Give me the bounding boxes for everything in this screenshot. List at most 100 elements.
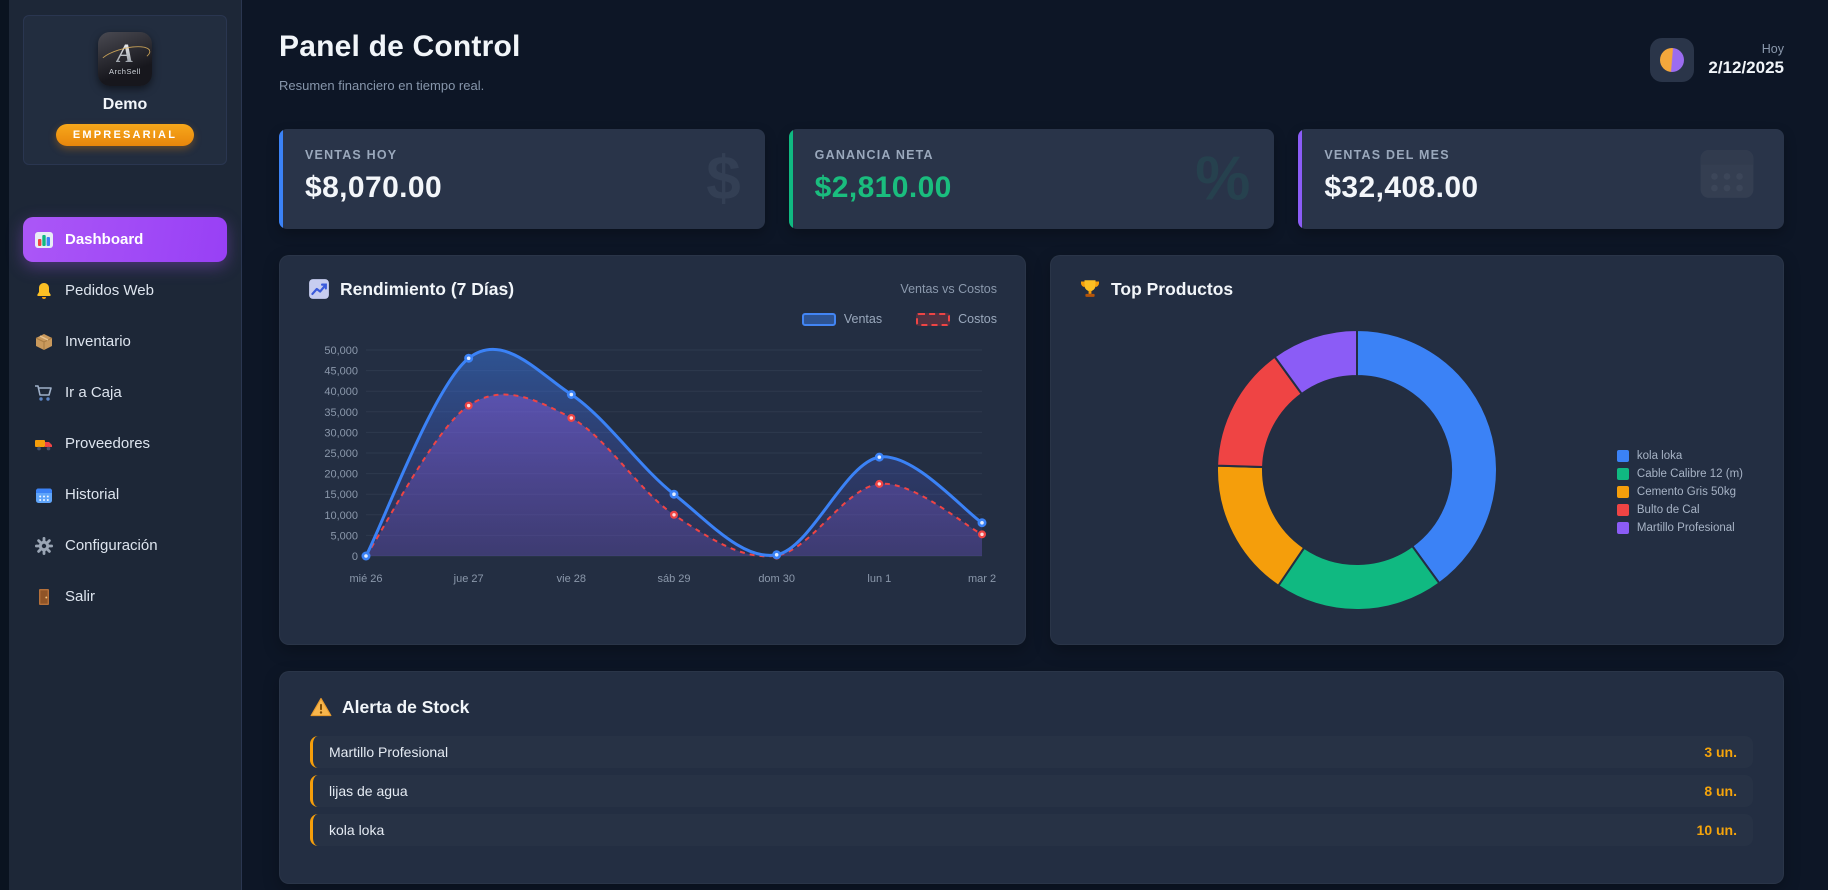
- performance-chart-title: Rendimiento (7 Días): [340, 278, 515, 299]
- stock-item-name: lijas de agua: [329, 783, 408, 799]
- top-products-header: Top Productos: [1079, 278, 1755, 300]
- sidebar-item-label: Salir: [65, 588, 96, 605]
- app-root: A ArchSell Demo EMPRESARIAL Dashboard Ped…: [0, 0, 1828, 890]
- sidebar-item-label: Configuración: [65, 537, 158, 554]
- donut-legend-item-martillo-profesional[interactable]: Martillo Profesional: [1616, 522, 1743, 534]
- stock-alert-row: kola loka 10 un.: [310, 814, 1753, 846]
- user-name: Demo: [102, 96, 148, 113]
- sidebar-nav: Dashboard Pedidos Web Inventario Ir a Caja P…: [9, 217, 241, 619]
- donut-legend-item-cemento-gris-50kg[interactable]: Cemento Gris 50kg: [1616, 486, 1743, 498]
- stat-label: VENTAS DEL MES: [1324, 148, 1450, 162]
- gear-icon: [34, 536, 54, 556]
- performance-chart-header: Rendimiento (7 Días) Ventas vs Costos: [308, 278, 997, 300]
- donut-legend-swatch: [1616, 522, 1629, 534]
- sidebar-item-dashboard[interactable]: Dashboard: [23, 217, 227, 262]
- main-content: Panel de Control Resumen financiero en t…: [242, 0, 1828, 890]
- theme-orb-icon: [1660, 48, 1685, 72]
- sidebar: A ArchSell Demo EMPRESARIAL Dashboard Ped…: [9, 0, 242, 890]
- chart-up-icon: [308, 278, 330, 300]
- stock-item-quantity: 10 un.: [1696, 822, 1737, 838]
- performance-chart-card: Rendimiento (7 Días) Ventas vs Costos Ve…: [279, 255, 1026, 645]
- svg-text:50,000: 50,000: [324, 345, 358, 357]
- stat-label: VENTAS HOY: [305, 148, 398, 162]
- date-label: Hoy: [1761, 42, 1784, 56]
- donut-legend-swatch: [1616, 486, 1629, 498]
- svg-text:lun 1: lun 1: [867, 573, 891, 585]
- donut-legend-swatch: [1616, 450, 1629, 462]
- svg-text:35,000: 35,000: [324, 407, 358, 419]
- stock-item-quantity: 3 un.: [1704, 744, 1737, 760]
- stock-alert-title: Alerta de Stock: [342, 696, 470, 717]
- top-products-card: Top Productos kola loka Cable Calibre 12 …: [1050, 255, 1784, 645]
- warning-icon: [310, 696, 332, 718]
- stat-card-ventas-hoy: VENTAS HOY $8,070.00 $: [279, 129, 765, 229]
- svg-text:30,000: 30,000: [324, 427, 358, 439]
- performance-chart-subtitle: Ventas vs Costos: [900, 282, 997, 296]
- bell-icon: [34, 281, 54, 301]
- sidebar-item-label: Proveedores: [65, 435, 151, 452]
- sidebar-item-label: Pedidos Web: [65, 282, 154, 299]
- svg-text:10,000: 10,000: [324, 510, 358, 522]
- line-chart-legend: Ventas Costos: [308, 312, 997, 326]
- donut-legend-label: kola loka: [1636, 450, 1683, 462]
- app-logo-icon: A ArchSell: [97, 32, 153, 86]
- stock-item-name: Martillo Profesional: [329, 744, 449, 760]
- donut-legend-swatch: [1616, 468, 1629, 480]
- page-header: Panel de Control Resumen financiero en t…: [279, 30, 521, 93]
- donut-legend-item-bulto-de-cal[interactable]: Bulto de Cal: [1616, 504, 1743, 516]
- sidebar-item-historial[interactable]: Historial: [23, 472, 227, 517]
- stat-card-ventas-del-mes: VENTAS DEL MES $32,408.00: [1298, 129, 1785, 229]
- donut-legend-swatch: [1616, 504, 1629, 516]
- svg-text:20,000: 20,000: [324, 469, 358, 481]
- door-icon: [34, 587, 54, 607]
- sidebar-item-proveedores[interactable]: Proveedores: [23, 421, 227, 466]
- stock-rows: Martillo Profesional 3 un. lijas de agua 8 …: [310, 736, 1753, 846]
- stat-value: $8,070.00: [305, 171, 443, 204]
- logo-wordmark: ArchSell: [109, 67, 141, 76]
- donut-legend-label: Cable Calibre 12 (m): [1636, 468, 1743, 480]
- page-subtitle: Resumen financiero en tiempo real.: [279, 78, 485, 93]
- stat-value: $32,408.00: [1324, 171, 1479, 204]
- trophy-icon: [1079, 278, 1101, 300]
- box-icon: [34, 332, 54, 352]
- sidebar-item-label: Inventario: [65, 333, 131, 350]
- stock-alert-header: Alerta de Stock: [310, 696, 1753, 718]
- sidebar-item-label: Historial: [65, 486, 120, 503]
- legend-item-ventas[interactable]: Ventas: [801, 312, 882, 326]
- legend-item-costos[interactable]: Costos: [916, 312, 997, 326]
- sidebar-item-configuraci-n[interactable]: Configuración: [23, 523, 227, 568]
- date-block: Hoy 2/12/2025: [1708, 42, 1784, 78]
- stat-accent-bar: [788, 129, 793, 229]
- donut-legend-label: Bulto de Cal: [1636, 504, 1700, 516]
- svg-text:dom 30: dom 30: [758, 573, 795, 585]
- stock-alert-row: lijas de agua 8 un.: [310, 775, 1753, 807]
- svg-text:40,000: 40,000: [324, 386, 358, 398]
- donut-chart-plot: [1216, 328, 1498, 611]
- sidebar-item-inventario[interactable]: Inventario: [23, 319, 227, 364]
- svg-text:mar 2: mar 2: [968, 573, 996, 585]
- stock-alert-row: Martillo Profesional 3 un.: [310, 736, 1753, 768]
- donut-legend-item-cable-calibre-12-m-[interactable]: Cable Calibre 12 (m): [1616, 468, 1743, 480]
- truck-icon: [34, 434, 54, 454]
- sidebar-item-pedidos-web[interactable]: Pedidos Web: [23, 268, 227, 313]
- sidebar-item-salir[interactable]: Salir: [23, 574, 227, 619]
- svg-text:sáb 29: sáb 29: [657, 573, 690, 585]
- svg-text:5,000: 5,000: [330, 530, 358, 542]
- donut-chart-area: kola loka Cable Calibre 12 (m) Cemento Gri…: [1079, 300, 1755, 611]
- sidebar-item-ir-a-caja[interactable]: Ir a Caja: [23, 370, 227, 415]
- theme-toggle-button[interactable]: [1650, 38, 1695, 82]
- cart-icon: [34, 383, 54, 403]
- sidebar-item-label: Ir a Caja: [65, 384, 122, 401]
- stock-item-quantity: 8 un.: [1704, 783, 1737, 799]
- plan-badge: EMPRESARIAL: [55, 124, 195, 146]
- window-edge: [0, 0, 9, 890]
- svg-text:15,000: 15,000: [324, 489, 358, 501]
- topbar-right: Hoy 2/12/2025: [1650, 38, 1784, 82]
- line-chart-plot: 0 5,000 10,000 15,000 20,000 25,000 30,000 35,0…: [324, 345, 996, 585]
- svg-text:0: 0: [352, 551, 358, 563]
- svg-text:25,000: 25,000: [324, 448, 358, 460]
- stat-value: $2,810.00: [814, 171, 952, 204]
- svg-text:jue 27: jue 27: [453, 573, 484, 585]
- svg-text:45,000: 45,000: [324, 366, 358, 378]
- donut-legend-item-kola-loka[interactable]: kola loka: [1616, 450, 1743, 462]
